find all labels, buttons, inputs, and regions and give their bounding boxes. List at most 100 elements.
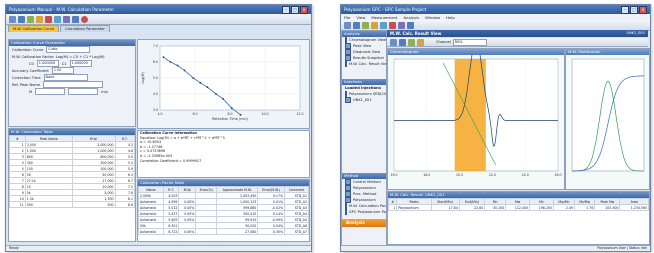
delete-icon[interactable] [45,15,52,23]
export-icon[interactable] [417,38,424,46]
ref-peak-field[interactable] [43,81,104,88]
table-cell[interactable] [195,228,218,235]
chart-icon[interactable] [63,15,70,23]
analysis-view-item[interactable]: M.W. Calc. Result View [342,61,386,67]
menu-item-measurement[interactable]: Measurement [371,15,397,20]
chromatogram-panel: Chromatogram 16.0 18.0 20.0 22.0 24.0 26.0 [387,48,565,190]
table-cell[interactable]: 105,300 [594,204,621,211]
menu-item-file[interactable]: File [344,15,350,20]
table-cell[interactable]: 500 [71,201,116,208]
settings-icon[interactable] [72,15,79,23]
analysis-view-item-label: Results Snapshot [353,56,384,60]
analysis-view-item-label: M.W. Calc. Result View [349,62,387,66]
calibration-table[interactable]: # Peak Name M.W. R.T. 1 2,000 2,000,000 4.2 2 1,… [9,135,135,208]
table-cell[interactable]: 112,400 [505,204,531,211]
table-cell[interactable]: 2.49 [552,204,575,211]
table-cell[interactable]: 0.30% [257,228,286,235]
menu-item-window[interactable]: Window [425,15,440,20]
y-tick-label: 3.0 [153,108,158,112]
navigation-pane: Analysis Chromatogram View Peak View Diagn… [341,30,387,248]
chart-icon[interactable] [408,38,415,46]
stop-icon[interactable] [389,21,396,29]
menu-item-help[interactable]: Help [446,15,455,20]
table-cell[interactable]: 22.85 [458,204,486,211]
calibration-point [183,69,186,72]
refresh-icon[interactable] [380,21,387,29]
injection-item[interactable]: UNK1_001 [342,97,386,103]
table-cell[interactable]: 8.6 [114,201,135,208]
calibration-point [169,61,172,63]
c0-field[interactable]: 1.000000 [36,60,59,67]
table-cell[interactable]: Polyaxonium [396,204,432,211]
curve-info-panel: Calibration Curve Information Equation: … [137,130,310,178]
table-cell[interactable]: STD_A7 [284,228,309,235]
table-cell[interactable]: 17.84 [430,204,460,211]
close-icon[interactable]: × [300,5,308,14]
report-icon[interactable] [398,21,405,29]
m-field[interactable] [35,88,66,95]
table-row[interactable]: 1 Polyaxonium 17.84 22.85 45,100 112,400 198,2… [388,204,649,211]
calibration-point [176,64,179,67]
c1-field[interactable]: 1.000000 [69,60,92,67]
x-tick-label: 18.0 [423,173,430,177]
view-title: M.W. Calc. Result View [390,31,442,36]
table-row[interactable]: 11 500 500 8.6 [9,201,135,208]
formula-label: M.W. Calibration Factor: Log(M) = C0 + C… [12,54,105,59]
maximize-icon[interactable]: □ [630,5,638,14]
new-icon[interactable] [344,21,351,29]
table-cell[interactable]: 11 [9,201,26,208]
calibration-point [239,113,242,116]
points-table-panel: Calibration Points Table Name R.T. M.W. Err… [137,179,310,242]
table-cell[interactable]: 45,100 [484,204,507,211]
channel-select[interactable]: RID1 [452,38,487,46]
minimize-icon[interactable]: – [621,5,629,14]
copy-icon[interactable] [36,15,43,23]
print-icon[interactable] [27,15,34,23]
table-cell[interactable]: 1,234,560 [619,204,649,211]
ref-peak-label: Ref. Peak Name [12,82,41,87]
tab-strip: M.W. Calibration Curve Calculation Param… [6,25,311,32]
open-icon[interactable] [9,15,16,23]
distribution-panel: M.W. Distribution [565,48,650,190]
table-cell[interactable]: 1.76 [573,204,596,211]
table-cell[interactable]: 6.722 [162,228,180,235]
menu-item-view[interactable]: View [356,15,365,20]
calculate-icon[interactable] [54,15,61,23]
pan-icon[interactable] [399,38,406,46]
points-table[interactable]: Name R.T. M.W. Error(%) Approximate M.W. Erro… [138,186,309,235]
calibration-curve-select[interactable]: Cubic [46,46,91,53]
table-cell[interactable]: 0.00% [178,228,197,235]
close-icon[interactable]: × [639,5,647,14]
table-cell[interactable]: 500 [24,201,73,208]
window-title: Polyaxonium GPC - GPC Sample Project [344,7,427,12]
tab-calculation-parameter[interactable]: Calculation Parameter [59,25,110,32]
analysis-group-button[interactable]: Analysis [342,219,386,227]
zoom-icon[interactable] [390,38,397,46]
min-field[interactable] [68,88,99,95]
settings-icon[interactable] [407,21,414,29]
y-tick-label: 5.0 [153,76,158,80]
open-icon[interactable] [353,21,360,29]
correction-select[interactable]: None [43,74,88,81]
calibration-point [215,93,217,95]
table-cell[interactable]: 198,200 [529,204,554,211]
maximize-icon[interactable]: □ [291,5,299,14]
x-tick-label: 22.0 [489,173,496,177]
accuracy-field[interactable]: 1.00 [51,67,74,74]
tab-calibration-curve[interactable]: M.W. Calibration Curve [8,25,59,32]
table-cell[interactable]: Automatic [138,228,164,235]
stop-icon[interactable] [81,15,88,23]
item-icon [345,209,347,215]
run-icon[interactable] [362,21,369,29]
menu-item-analysis[interactable]: Analysis [403,15,419,20]
method-item[interactable]: GPC Polyaxonium Parameter [342,209,386,215]
folder-icon[interactable] [371,21,378,29]
correction-label: Correction Time [12,75,41,80]
minimize-icon[interactable]: – [282,5,290,14]
save-icon[interactable] [18,15,25,23]
result-table[interactable]: # Peaks Start(Min) End(Min) Mn Mw Mz Mw/Mn Mz/Mw… [388,198,649,211]
table-row[interactable]: Automatic 6.722 0.00% 27,080 0.30% STD_A7 [138,228,309,235]
table-cell[interactable]: 1 [388,204,398,211]
curve-parameter-panel: Calibration Curve Parameter Calibration … [8,39,136,127]
table-cell[interactable]: 27,080 [216,228,259,235]
